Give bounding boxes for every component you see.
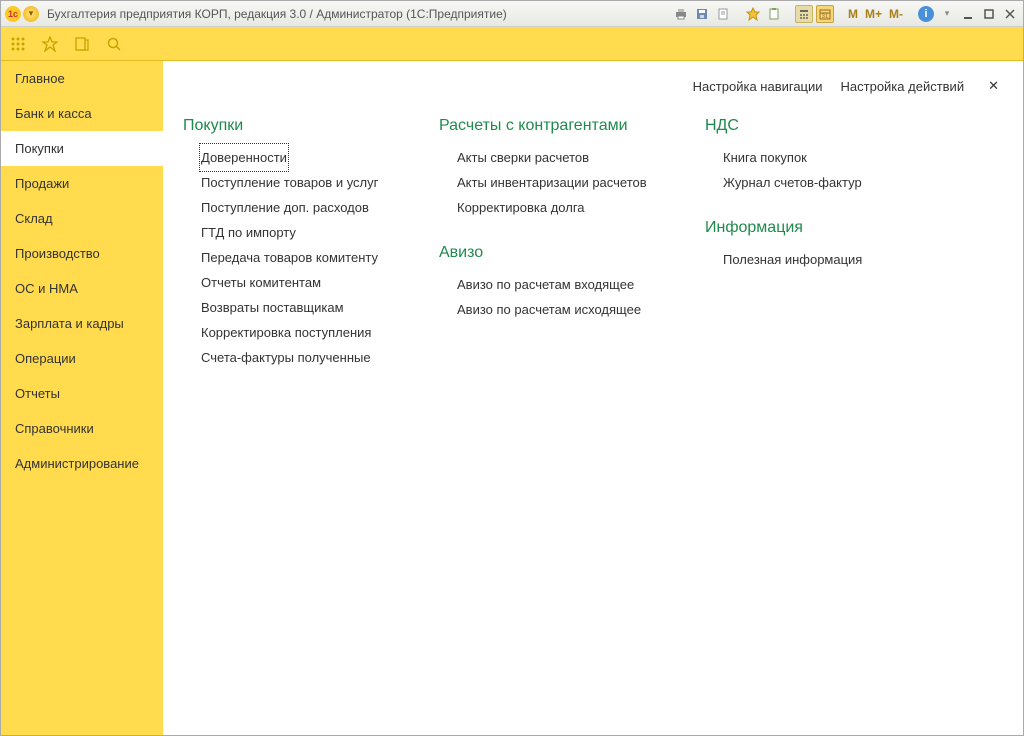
window-title: Бухгалтерия предприятия КОРП, редакция 3… xyxy=(47,7,507,21)
apps-grid-icon[interactable] xyxy=(9,35,27,53)
body: Главное Банк и касса Покупки Продажи Скл… xyxy=(1,61,1023,735)
save-icon[interactable] xyxy=(693,5,711,23)
memory-mminus-button[interactable]: M- xyxy=(887,7,905,21)
minimize-icon[interactable] xyxy=(959,5,977,23)
link-debt-correction[interactable]: Корректировка долга xyxy=(439,195,669,220)
sidebar-item-hr[interactable]: Зарплата и кадры xyxy=(1,306,163,341)
section-title-settlements[interactable]: Расчеты с контрагентами xyxy=(439,117,669,135)
titlebar-dropdown-icon[interactable]: ▾ xyxy=(23,6,39,22)
column-purchases: Покупки Доверенности Поступление товаров… xyxy=(183,111,403,388)
sidebar-item-assets[interactable]: ОС и НМА xyxy=(1,271,163,306)
sidebar-item-operations[interactable]: Операции xyxy=(1,341,163,376)
column-settlements-avizo: Расчеты с контрагентами Акты сверки расч… xyxy=(439,111,669,340)
document-icon[interactable] xyxy=(714,5,732,23)
section-avizo: Авизо Авизо по расчетам входящее Авизо п… xyxy=(439,238,669,322)
sidebar-item-main[interactable]: Главное xyxy=(1,61,163,96)
sidebar-item-bank[interactable]: Банк и касса xyxy=(1,96,163,131)
top-toolbar xyxy=(1,27,1023,61)
section-settlements: Расчеты с контрагентами Акты сверки расч… xyxy=(439,111,669,220)
favorite-icon[interactable] xyxy=(744,5,762,23)
sidebar-item-production[interactable]: Производство xyxy=(1,236,163,271)
link-goods-receipt[interactable]: Поступление товаров и услуг xyxy=(183,170,403,195)
app-window: 1c ▾ Бухгалтерия предприятия КОРП, редак… xyxy=(0,0,1024,736)
column-nds-info: НДС Книга покупок Журнал счетов-фактур И… xyxy=(705,111,905,290)
svg-text:31: 31 xyxy=(822,14,829,20)
clipboard-icon[interactable] xyxy=(765,5,783,23)
link-avizo-in[interactable]: Авизо по расчетам входящее xyxy=(439,272,669,297)
maximize-icon[interactable] xyxy=(980,5,998,23)
sidebar-item-directories[interactable]: Справочники xyxy=(1,411,163,446)
link-useful-info[interactable]: Полезная информация xyxy=(705,247,905,272)
link-inventory-settlements[interactable]: Акты инвентаризации расчетов xyxy=(439,170,669,195)
print-icon[interactable] xyxy=(672,5,690,23)
history-icon[interactable] xyxy=(73,35,91,53)
calculator-icon[interactable] xyxy=(795,5,813,23)
memory-mplus-button[interactable]: M+ xyxy=(863,7,884,21)
titlebar: 1c ▾ Бухгалтерия предприятия КОРП, редак… xyxy=(1,1,1023,27)
content: Покупки Доверенности Поступление товаров… xyxy=(163,111,1023,735)
sidebar-item-admin[interactable]: Администрирование xyxy=(1,446,163,481)
info-dropdown-icon[interactable]: ▾ xyxy=(938,5,956,23)
main-top-bar: Настройка навигации Настройка действий ✕ xyxy=(163,61,1023,111)
section-purchases: Покупки Доверенности Поступление товаров… xyxy=(183,111,403,370)
link-reconciliation[interactable]: Акты сверки расчетов xyxy=(439,145,669,170)
favorite-star-icon[interactable] xyxy=(41,35,59,53)
link-receipt-correction[interactable]: Корректировка поступления xyxy=(183,320,403,345)
section-title-avizo[interactable]: Авизо xyxy=(439,244,669,262)
sidebar-item-reports[interactable]: Отчеты xyxy=(1,376,163,411)
link-invoice-journal[interactable]: Журнал счетов-фактур xyxy=(705,170,905,195)
titlebar-right: 31 M M+ M- i ▾ xyxy=(672,5,1019,23)
sidebar-item-purchases[interactable]: Покупки xyxy=(1,131,163,166)
section-title-nds[interactable]: НДС xyxy=(705,117,905,135)
sidebar-item-warehouse[interactable]: Склад xyxy=(1,201,163,236)
actions-setup-link[interactable]: Настройка действий xyxy=(841,79,965,94)
link-invoices-received[interactable]: Счета-фактуры полученные xyxy=(183,345,403,370)
main: Настройка навигации Настройка действий ✕… xyxy=(163,61,1023,735)
link-addl-costs[interactable]: Поступление доп. расходов xyxy=(183,195,403,220)
link-avizo-out[interactable]: Авизо по расчетам исходящее xyxy=(439,297,669,322)
link-returns-suppliers[interactable]: Возвраты поставщикам xyxy=(183,295,403,320)
columns: Покупки Доверенности Поступление товаров… xyxy=(183,111,1003,388)
link-gtd-import[interactable]: ГТД по импорту xyxy=(183,220,403,245)
nav-setup-link[interactable]: Настройка навигации xyxy=(693,79,823,94)
memory-m-button[interactable]: M xyxy=(846,7,860,21)
link-proxies[interactable]: Доверенности xyxy=(201,145,287,170)
sidebar-item-sales[interactable]: Продажи xyxy=(1,166,163,201)
app-logo-icon: 1c xyxy=(5,6,21,22)
link-transfer-komitent[interactable]: Передача товаров комитенту xyxy=(183,245,403,270)
close-icon[interactable] xyxy=(1001,5,1019,23)
calendar-icon[interactable]: 31 xyxy=(816,5,834,23)
section-nds: НДС Книга покупок Журнал счетов-фактур xyxy=(705,111,905,195)
link-reports-komitent[interactable]: Отчеты комитентам xyxy=(183,270,403,295)
titlebar-left: 1c ▾ Бухгалтерия предприятия КОРП, редак… xyxy=(5,6,507,22)
search-icon[interactable] xyxy=(105,35,123,53)
sidebar: Главное Банк и касса Покупки Продажи Скл… xyxy=(1,61,163,735)
info-icon[interactable]: i xyxy=(917,5,935,23)
panel-close-icon[interactable]: ✕ xyxy=(982,76,1005,96)
link-purchase-book[interactable]: Книга покупок xyxy=(705,145,905,170)
section-info: Информация Полезная информация xyxy=(705,213,905,272)
section-title-info[interactable]: Информация xyxy=(705,219,905,237)
section-title-purchases[interactable]: Покупки xyxy=(183,117,403,135)
